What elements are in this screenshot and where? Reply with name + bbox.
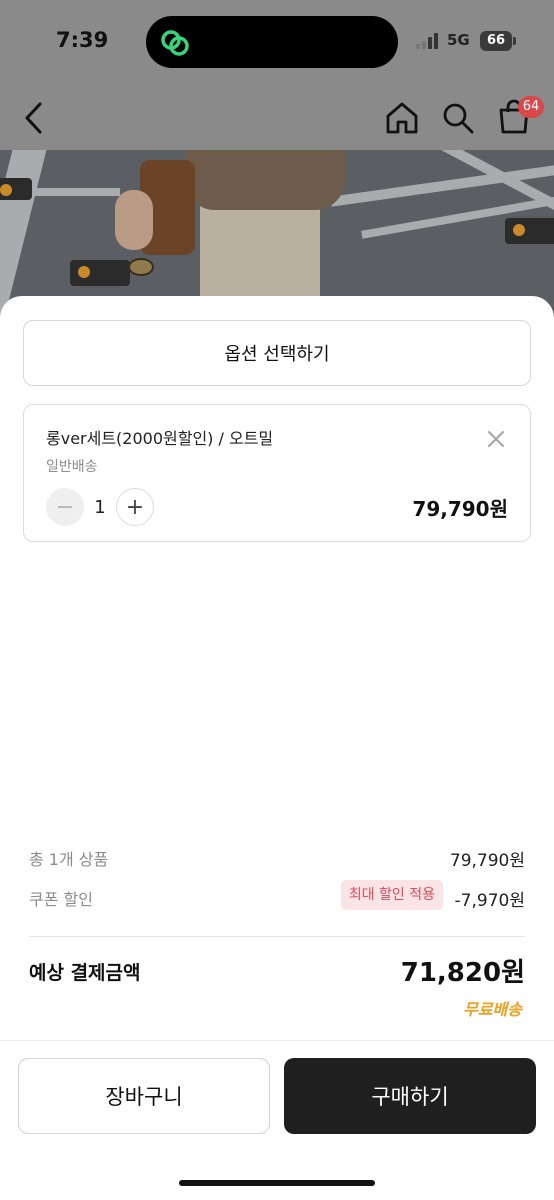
add-to-cart-button[interactable]: 장바구니 — [18, 1058, 270, 1134]
free-shipping-label: 무료배송 — [463, 1000, 522, 1019]
quantity-value: 1 — [94, 496, 106, 518]
purchase-bottom-sheet: 옵션 선택하기 롱ver세트(2000원할인) / 오트밀 일반배송 − 1 +… — [0, 296, 554, 1200]
option-select-button[interactable]: 옵션 선택하기 — [23, 320, 531, 386]
home-indicator — [179, 1180, 375, 1186]
option-price: 79,790원 — [412, 497, 508, 521]
home-icon[interactable] — [384, 100, 420, 136]
buy-now-button[interactable]: 구매하기 — [284, 1058, 536, 1134]
selected-option-card: 롱ver세트(2000원할인) / 오트밀 일반배송 − 1 + 79,790원 — [23, 404, 531, 542]
network-type: 5G — [447, 31, 470, 49]
total-items-label: 총 1개 상품 — [29, 850, 109, 869]
increase-quantity-button[interactable]: + — [116, 488, 154, 526]
product-photo — [0, 150, 554, 320]
status-time: 7:39 — [56, 28, 109, 52]
search-icon[interactable] — [440, 100, 476, 136]
dynamic-island — [146, 16, 398, 68]
chevron-left-icon[interactable] — [20, 100, 48, 136]
quantity-stepper: − 1 + — [46, 487, 154, 527]
battery-icon: 66 — [480, 31, 512, 51]
total-items-row: 총 1개 상품 79,790원 — [29, 846, 525, 872]
coupon-value: -7,970원 — [454, 891, 525, 911]
total-items-value: 79,790원 — [449, 851, 525, 871]
status-bar: 7:39 5G 66 — [0, 0, 554, 84]
divider — [0, 1040, 554, 1041]
close-icon[interactable] — [486, 429, 506, 449]
cart-count-badge: 64 — [518, 96, 544, 118]
decrease-quantity-button[interactable]: − — [46, 488, 84, 526]
expected-payment-label: 예상 결제금액 — [29, 962, 141, 984]
shipping-type: 일반배송 — [46, 459, 98, 475]
coupon-row: 쿠폰 할인 최대 할인 적용 -7,970원 — [29, 880, 525, 912]
coupon-label: 쿠폰 할인 — [29, 890, 93, 909]
max-discount-badge[interactable]: 최대 할인 적용 — [340, 880, 443, 910]
expected-payment-value: 71,820원 — [400, 958, 525, 988]
divider — [29, 936, 525, 937]
option-name: 롱ver세트(2000원할인) / 오트밀 — [46, 429, 274, 448]
link-app-icon — [161, 30, 189, 56]
top-nav — [0, 88, 554, 148]
signal-icon — [416, 33, 442, 49]
